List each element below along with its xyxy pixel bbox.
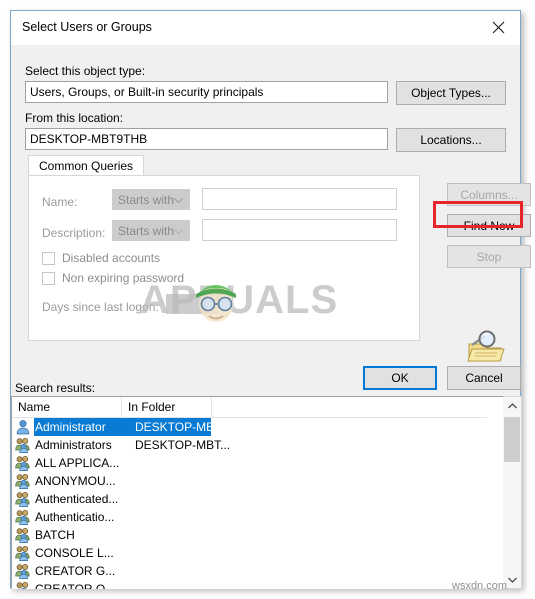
description-label: Description:	[42, 226, 106, 240]
table-row[interactable]: Authenticated...	[12, 490, 504, 508]
group-icon	[15, 581, 31, 589]
column-header-name[interactable]: Name	[12, 397, 122, 418]
chevron-down-icon	[174, 193, 183, 207]
name-label: Name:	[42, 195, 78, 209]
table-row[interactable]: BATCH	[12, 526, 504, 544]
user-icon	[15, 419, 31, 435]
tab-label: Common Queries	[39, 159, 134, 173]
title-bar: Select Users or Groups	[11, 11, 520, 45]
row-in-folder: DESKTOP-MBT...	[135, 420, 231, 434]
row-in-folder: DESKTOP-MBT...	[135, 438, 231, 452]
object-types-button[interactable]: Object Types...	[396, 81, 506, 105]
chevron-down-icon	[174, 224, 183, 238]
search-folder-icon	[463, 330, 507, 368]
non-expiring-password-checkbox[interactable]: Non expiring password	[42, 271, 184, 285]
scrollbar-thumb[interactable]	[504, 417, 520, 462]
table-row[interactable]: ANONYMOU...	[12, 472, 504, 490]
non-expiring-password-label: Non expiring password	[62, 271, 185, 285]
row-name: ANONYMOU...	[35, 474, 116, 488]
table-row[interactable]: Authenticatio...	[12, 508, 504, 526]
disabled-accounts-checkbox[interactable]: Disabled accounts	[42, 251, 160, 265]
name-condition-select[interactable]: Starts with	[112, 189, 190, 210]
name-condition-value: Starts with	[118, 192, 175, 207]
group-icon	[15, 473, 31, 489]
group-icon	[15, 491, 31, 507]
column-header-filler	[212, 397, 487, 418]
group-icon	[15, 563, 31, 579]
column-header-in-folder[interactable]: In Folder	[122, 397, 212, 418]
group-icon	[15, 527, 31, 543]
row-name: CONSOLE L...	[35, 546, 114, 560]
cancel-button[interactable]: Cancel	[447, 366, 521, 390]
table-row[interactable]: ALL APPLICA...	[12, 454, 504, 472]
description-condition-select[interactable]: Starts with	[112, 220, 190, 241]
location-label: From this location:	[25, 111, 124, 125]
row-name: BATCH	[35, 528, 75, 542]
list-rows: Administrator DESKTOP-MBT... Administrator…	[12, 418, 504, 589]
select-users-or-groups-dialog: Select Users or Groups Select this objec…	[10, 10, 531, 589]
row-name: CREATOR O...	[35, 582, 116, 589]
scroll-up-icon[interactable]	[503, 397, 521, 414]
table-row[interactable]: CREATOR G...	[12, 562, 504, 580]
row-name: Authenticated...	[35, 492, 119, 506]
table-row[interactable]: CREATOR O...	[12, 580, 504, 589]
tab-common-queries[interactable]: Common Queries	[28, 155, 145, 176]
wsxdn-watermark: wsxdn.com	[452, 580, 508, 592]
object-type-label: Select this object type:	[25, 64, 146, 78]
ok-button[interactable]: OK	[363, 366, 437, 390]
row-name: Administrators	[35, 438, 112, 452]
row-name: Administrator	[35, 420, 106, 434]
object-type-input[interactable]: Users, Groups, or Built-in security prin…	[25, 81, 388, 103]
description-condition-value: Starts with	[118, 223, 175, 238]
checkbox-box	[42, 251, 55, 265]
row-name: ALL APPLICA...	[35, 456, 120, 470]
checkbox-box	[42, 271, 55, 285]
stop-button[interactable]: Stop	[447, 245, 531, 268]
find-now-button[interactable]: Find Now	[447, 214, 531, 237]
days-since-logon-select[interactable]	[166, 294, 218, 314]
search-results-label: Search results:	[15, 381, 96, 395]
search-results-list[interactable]: Name In Folder Administrator DESKTOP-MBT.…	[11, 396, 504, 589]
list-column-headers: Name In Folder	[12, 397, 504, 418]
table-row[interactable]: Administrators DESKTOP-MBT...	[12, 436, 504, 454]
group-icon	[15, 545, 31, 561]
description-value-input[interactable]	[202, 219, 397, 241]
days-since-logon-label: Days since last logon:	[42, 300, 159, 314]
locations-button[interactable]: Locations...	[396, 128, 506, 152]
dialog-body: Select this object type: Users, Groups, …	[11, 45, 531, 589]
close-icon[interactable]	[476, 11, 520, 44]
table-row[interactable]: CONSOLE L...	[12, 544, 504, 562]
row-name: Authenticatio...	[35, 510, 115, 524]
disabled-accounts-label: Disabled accounts	[62, 251, 161, 265]
row-name: CREATOR G...	[35, 564, 116, 578]
table-row[interactable]: Administrator DESKTOP-MBT...	[12, 418, 504, 436]
group-icon	[15, 509, 31, 525]
name-value-input[interactable]	[202, 188, 397, 210]
group-icon	[15, 437, 31, 453]
location-input[interactable]: DESKTOP-MBT9THB	[25, 128, 388, 150]
group-icon	[15, 455, 31, 471]
window-title: Select Users or Groups	[22, 20, 152, 34]
columns-button[interactable]: Columns...	[447, 183, 531, 206]
results-scrollbar[interactable]	[503, 396, 522, 589]
